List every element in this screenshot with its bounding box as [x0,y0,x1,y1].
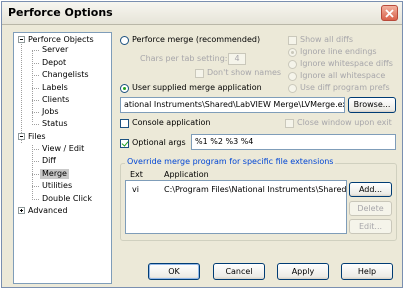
ignore-whitespace-diffs-label: Ignore whitespace diffs [300,59,393,68]
row-application: C:\Program Files\National Instruments\Sh… [164,185,347,194]
ignore-all-whitespace-radio[interactable] [288,72,297,81]
optional-args-checkbox[interactable] [120,139,129,148]
show-all-diffs-label: Show all diffs [300,35,353,44]
override-group-title: Override merge program for specific file… [125,157,336,167]
user-supplied-merge-label: User supplied merge application [132,83,262,92]
close-icon [385,9,394,18]
help-button[interactable]: Help [341,263,393,280]
close-button[interactable] [381,5,398,21]
tree-item-status[interactable]: Status [42,119,68,129]
expand-icon[interactable] [18,207,25,214]
tree-item-merge[interactable]: Merge [40,169,69,179]
ignore-line-endings-label: Ignore line endings [300,47,377,56]
dont-show-names-label: Don't show names [207,68,282,77]
optional-args-input[interactable]: %1 %2 %3 %4 [191,134,396,150]
tree-item-view-edit[interactable]: View / Edit [42,144,84,154]
perforce-options-dialog: Perforce Options Perforce Objects Server… [1,1,403,288]
show-all-diffs-checkbox[interactable] [288,36,297,45]
collapse-icon[interactable] [18,133,25,140]
delete-button[interactable]: Delete [349,201,392,216]
window-title: Perforce Options [8,6,113,19]
apply-button[interactable]: Apply [277,263,329,280]
row-ext: vi [132,185,139,194]
user-supplied-merge-radio[interactable] [120,84,129,93]
console-application-checkbox[interactable] [120,119,129,128]
cancel-button[interactable]: Cancel [213,263,265,280]
tree-item-double-click[interactable]: Double Click [42,194,92,204]
tree-item-jobs[interactable]: Jobs [42,107,59,117]
collapse-icon[interactable] [18,36,25,43]
use-diff-program-prefs-label: Use diff program prefs [300,83,390,92]
tree-item-labels[interactable]: Labels [42,83,68,93]
perforce-merge-label: Perforce merge (recommended) [132,35,261,44]
title-bar: Perforce Options [2,2,402,25]
chars-per-tab-label: Chars per tab setting: [140,54,228,63]
tree-item-perforce-objects[interactable]: Perforce Objects [28,35,94,45]
ok-button[interactable]: OK [148,263,200,280]
close-window-label: Close window upon exit [297,118,392,127]
dont-show-names-checkbox[interactable] [195,69,204,78]
options-tree[interactable]: Perforce Objects Server Depot Changelist… [13,32,112,284]
tree-item-utilities[interactable]: Utilities [42,181,72,191]
tree-item-changelists[interactable]: Changelists [42,70,89,80]
tree-item-files[interactable]: Files [28,132,46,142]
add-button[interactable]: Add... [349,182,392,197]
close-window-checkbox[interactable] [285,119,294,128]
tree-item-depot[interactable]: Depot [42,58,66,68]
column-header-application[interactable]: Application [164,170,209,180]
chars-per-tab-input[interactable]: 4 [228,53,246,65]
ignore-whitespace-diffs-radio[interactable] [288,60,297,69]
tree-item-advanced[interactable]: Advanced [28,206,68,216]
tree-item-server[interactable]: Server [42,45,68,55]
use-diff-program-prefs-radio[interactable] [288,84,297,93]
ignore-all-whitespace-label: Ignore all whitespace [300,71,386,80]
optional-args-label: Optional args [132,138,186,147]
ignore-line-endings-radio[interactable] [288,48,297,57]
merge-app-path-input[interactable]: ational Instruments\Shared\LabVIEW Merge… [120,97,345,113]
browse-button[interactable]: Browse... [348,97,396,113]
console-application-label: Console application [132,118,211,127]
perforce-merge-radio[interactable] [120,36,129,45]
column-header-ext[interactable]: Ext [130,170,143,180]
tree-item-clients[interactable]: Clients [42,95,69,105]
extension-list[interactable]: vi C:\Program Files\National Instruments… [125,180,347,234]
edit-button[interactable]: Edit... [349,219,392,234]
tree-item-diff[interactable]: Diff [42,156,56,166]
